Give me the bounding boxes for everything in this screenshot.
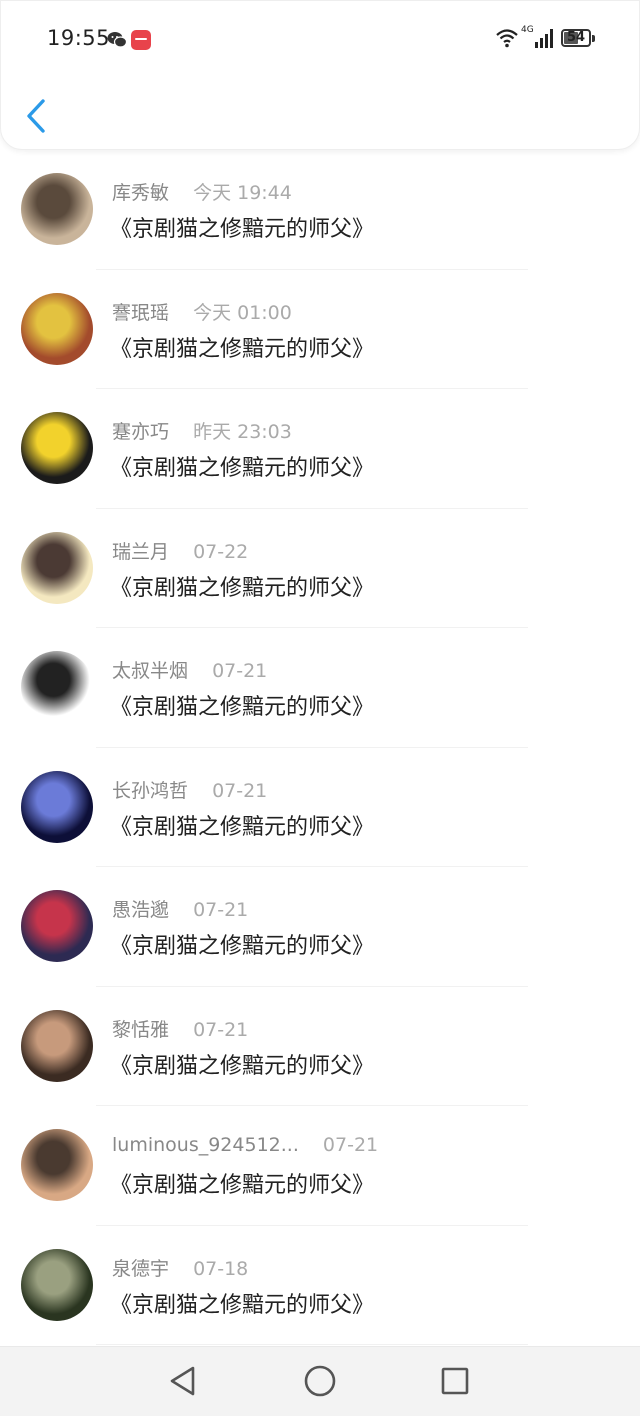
list-item[interactable]: 黎恬雅 07-21 《京剧猫之修黯元的师父》	[0, 987, 640, 1106]
list-item[interactable]: 泉德宇 07-18 《京剧猫之修黯元的师父》	[0, 1226, 640, 1345]
list-item[interactable]: 太叔半烟 07-21 《京剧猫之修黯元的师父》	[0, 628, 640, 748]
meta-line: 太叔半烟 07-21	[112, 656, 267, 683]
avatar[interactable]	[21, 173, 93, 245]
meta-line: 泉德宇 07-18	[112, 1254, 248, 1281]
comment-date: 07-18	[193, 1257, 249, 1280]
user-name[interactable]: 蹇亦巧	[112, 417, 169, 444]
user-name[interactable]: 黎恬雅	[112, 1015, 169, 1042]
comment-date: 今天 19:44	[193, 182, 292, 204]
list-item[interactable]: 愚浩邈 07-21 《京剧猫之修黯元的师父》	[0, 867, 640, 987]
battery-icon: 54	[561, 29, 591, 47]
meta-line: 謇珉瑶 今天 01:00	[112, 298, 292, 325]
meta-line: 愚浩邈 07-21	[112, 895, 248, 922]
signal-icon	[535, 29, 553, 48]
list-item[interactable]: 蹇亦巧 昨天 23:03 《京剧猫之修黯元的师父》	[0, 389, 640, 509]
meta-line: 库秀敏 今天 19:44	[112, 178, 292, 205]
meta-line: 黎恬雅 07-21	[112, 1015, 248, 1042]
list-item[interactable]: 长孙鸿哲 07-21 《京剧猫之修黯元的师父》	[0, 748, 640, 867]
back-triangle-icon[interactable]	[166, 1364, 200, 1398]
comment-text: 《京剧猫之修黯元的师父》	[110, 814, 375, 840]
divider	[96, 1344, 528, 1345]
user-name[interactable]: 泉德宇	[112, 1254, 169, 1281]
comment-text: 《京剧猫之修黯元的师父》	[110, 1173, 375, 1198]
comment-date: 07-21	[193, 899, 249, 921]
avatar[interactable]	[21, 292, 93, 365]
status-time: 19:55	[47, 26, 111, 50]
meta-line: 长孙鸿哲 07-21	[112, 776, 267, 803]
comment-text: 《京剧猫之修黯元的师父》	[110, 1292, 375, 1318]
user-name[interactable]: 愚浩邈	[112, 895, 169, 922]
list-item[interactable]: 瑞兰月 07-22 《京剧猫之修黯元的师父》	[0, 509, 640, 628]
avatar[interactable]	[21, 1248, 93, 1321]
comment-text: 《京剧猫之修黯元的师父》	[110, 336, 375, 362]
list-item[interactable]: 库秀敏 今天 19:44 《京剧猫之修黯元的师父》	[0, 150, 640, 270]
avatar[interactable]	[21, 1009, 93, 1082]
meta-line: luminous_924512... 07-21	[112, 1134, 378, 1156]
meta-line: 瑞兰月 07-22	[112, 537, 248, 564]
avatar[interactable]	[21, 412, 93, 484]
comment-text: 《京剧猫之修黯元的师父》	[110, 1053, 375, 1079]
home-circle-icon[interactable]	[303, 1364, 337, 1398]
comment-date: 昨天 23:03	[193, 421, 292, 443]
meta-line: 蹇亦巧 昨天 23:03	[112, 417, 292, 444]
user-name[interactable]: 謇珉瑶	[112, 298, 169, 325]
comment-date: 今天 01:00	[193, 301, 292, 324]
comment-date: 07-21	[193, 1018, 249, 1041]
recents-square-icon[interactable]	[438, 1364, 472, 1398]
avatar[interactable]	[21, 651, 93, 723]
comment-list: 库秀敏 今天 19:44 《京剧猫之修黯元的师父》 謇珉瑶 今天 01:00 《…	[0, 150, 640, 1345]
chevron-left-icon[interactable]	[19, 95, 55, 137]
comment-text: 《京剧猫之修黯元的师父》	[110, 217, 375, 242]
network-type: 4G	[521, 25, 534, 35]
system-navigation-bar	[0, 1346, 640, 1416]
wifi-icon	[496, 29, 518, 48]
user-name[interactable]: 库秀敏	[112, 178, 169, 205]
comment-text: 《京剧猫之修黯元的师父》	[110, 695, 375, 720]
avatar[interactable]	[21, 531, 93, 604]
app-notification-icon	[131, 30, 151, 50]
comment-text: 《京剧猫之修黯元的师父》	[110, 575, 375, 601]
list-item[interactable]: luminous_924512... 07-21 《京剧猫之修黯元的师父》	[0, 1106, 640, 1226]
comment-date: 07-21	[212, 660, 268, 682]
comment-date: 07-21	[212, 779, 268, 802]
user-name[interactable]: 太叔半烟	[112, 656, 188, 683]
status-bar: 19:55 4G 54	[1, 21, 640, 57]
comment-text: 《京剧猫之修黯元的师父》	[110, 456, 375, 481]
list-item[interactable]: 謇珉瑶 今天 01:00 《京剧猫之修黯元的师父》	[0, 270, 640, 389]
user-name[interactable]: 长孙鸿哲	[112, 776, 188, 803]
battery-level: 54	[566, 30, 586, 45]
user-name[interactable]: luminous_924512...	[112, 1134, 299, 1156]
user-name[interactable]: 瑞兰月	[112, 537, 169, 564]
avatar[interactable]	[21, 1129, 93, 1201]
avatar[interactable]	[21, 890, 93, 962]
comment-date: 07-21	[322, 1134, 379, 1156]
top-bar: 19:55 4G 54	[0, 0, 640, 150]
comment-date: 07-22	[193, 540, 249, 563]
avatar[interactable]	[21, 770, 93, 843]
wechat-icon	[107, 32, 127, 48]
comment-text: 《京剧猫之修黯元的师父》	[110, 934, 375, 959]
